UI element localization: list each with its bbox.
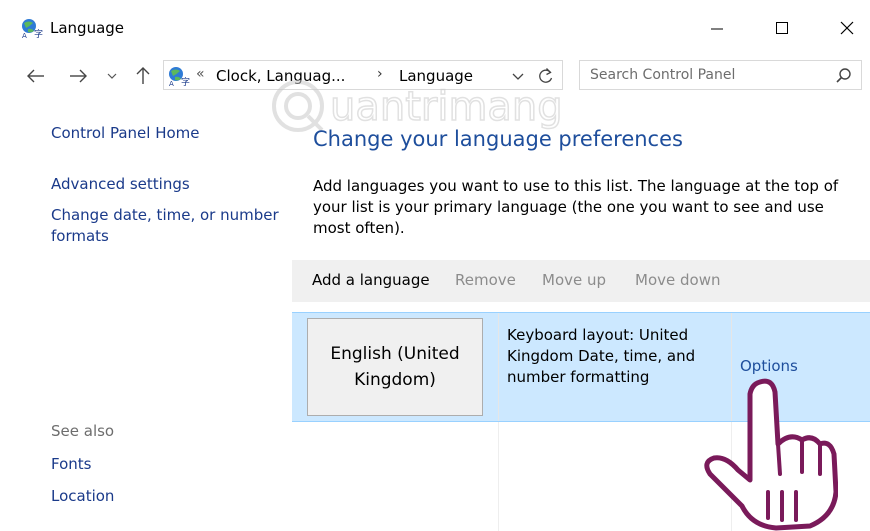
breadcrumb-language[interactable]: Language [399, 67, 473, 85]
arrow-left-icon [27, 69, 44, 83]
up-button[interactable] [130, 64, 156, 88]
recent-locations-button[interactable] [103, 64, 121, 88]
language-options-link[interactable]: Options [740, 357, 798, 375]
change-date-time-formats-link[interactable]: Change date, time, or number formats [51, 205, 291, 247]
language-list-row[interactable]: English (United Kingdom) Keyboard layout… [292, 312, 870, 422]
control-panel-home-link[interactable]: Control Panel Home [51, 123, 200, 144]
svg-text:字: 字 [181, 76, 190, 87]
breadcrumb-separator[interactable]: › [377, 66, 383, 82]
column-gridline [498, 422, 499, 531]
close-icon [840, 21, 854, 35]
search-input[interactable] [590, 64, 830, 86]
chevron-down-icon[interactable] [509, 67, 527, 85]
add-language-button[interactable]: Add a language [312, 271, 430, 289]
fonts-link[interactable]: Fonts [51, 454, 91, 475]
column-divider [731, 313, 732, 421]
maximize-icon [776, 22, 788, 34]
language-toolbar: Add a language Remove Move up Move down [292, 260, 870, 302]
advanced-settings-link[interactable]: Advanced settings [51, 174, 190, 195]
search-icon[interactable] [835, 67, 853, 85]
svg-text:A: A [169, 80, 174, 87]
page-description: Add languages you want to use to this li… [313, 177, 839, 237]
move-up-button[interactable]: Move up [542, 271, 606, 289]
svg-text:A: A [22, 32, 27, 39]
minimize-icon [711, 28, 723, 30]
minimize-button[interactable] [694, 10, 740, 46]
breadcrumb-clock-language[interactable]: Clock, Languag... [216, 67, 345, 85]
window-title: Language [50, 19, 125, 37]
location-link[interactable]: Location [51, 486, 114, 507]
navigation-bar: 字 A « Clock, Languag... › Language [0, 58, 870, 94]
move-down-button[interactable]: Move down [635, 271, 720, 289]
refresh-icon[interactable] [536, 66, 556, 86]
language-name: English (United Kingdom) [330, 344, 460, 390]
language-name-button[interactable]: English (United Kingdom) [307, 318, 483, 416]
search-box[interactable] [579, 60, 862, 90]
title-bar: 字 A Language [0, 0, 870, 58]
address-bar[interactable]: 字 A « Clock, Languag... › Language [163, 60, 563, 90]
remove-button[interactable]: Remove [455, 271, 516, 289]
back-button[interactable] [22, 64, 50, 88]
close-button[interactable] [824, 10, 870, 46]
column-gridline [731, 422, 732, 531]
maximize-button[interactable] [759, 10, 805, 46]
language-globe-icon: 字 A [22, 19, 43, 39]
language-details: Keyboard layout: United Kingdom Date, ti… [507, 326, 696, 386]
breadcrumb-overflow[interactable]: « [196, 66, 205, 82]
forward-button[interactable] [64, 64, 92, 88]
chevron-down-icon [107, 73, 117, 79]
svg-text:字: 字 [34, 28, 43, 39]
page-title: Change your language preferences [313, 127, 683, 151]
arrow-up-icon [136, 67, 150, 84]
arrow-right-icon [70, 69, 87, 83]
see-also-heading: See also [51, 422, 115, 440]
column-divider [498, 313, 499, 421]
language-globe-icon: 字 A [169, 67, 190, 87]
